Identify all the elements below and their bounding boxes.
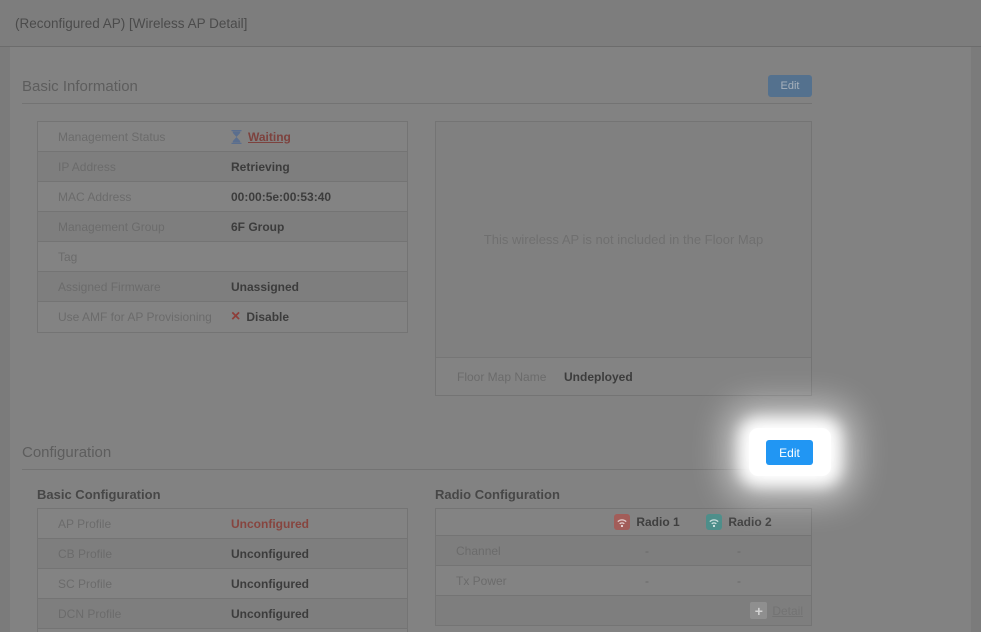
row-value: Unconfigured — [231, 606, 309, 621]
floor-map-footer: Floor Map Name Undeployed — [436, 357, 811, 395]
section-divider — [22, 469, 812, 470]
wifi-icon — [614, 514, 631, 530]
radio-table-footer-row: Detail — [436, 596, 811, 625]
table-row: MAC Address 00:00:5e:00:53:40 — [38, 182, 407, 212]
configuration-heading: Configuration — [22, 444, 112, 461]
row-label: Tag — [58, 249, 78, 264]
radio-2-channel-value: - — [737, 543, 741, 558]
radio-1-column-header: Radio 1 — [636, 515, 680, 529]
radio-2-column-header: Radio 2 — [728, 515, 772, 529]
row-label: DCN Profile — [58, 606, 122, 621]
table-row: Channel - - — [436, 536, 811, 566]
radio-table-header-row: Radio 1 Radio 2 — [436, 509, 811, 536]
floor-map-empty-message: This wireless AP is not included in the … — [483, 232, 764, 247]
row-value: Unconfigured — [231, 576, 309, 591]
basic-configuration-heading: Basic Configuration — [37, 487, 161, 502]
floor-map-name-label: Floor Map Name — [457, 369, 547, 384]
table-row: CB Profile Unconfigured — [38, 539, 407, 569]
row-label: MAC Address — [58, 189, 132, 204]
table-row: DCN Profile Unconfigured — [38, 599, 407, 629]
table-row: IP Address Retrieving — [38, 152, 407, 182]
row-label: Tx Power — [456, 573, 507, 588]
wireless-ap-detail-panel: Basic Information Edit Management Status… — [10, 47, 971, 632]
table-row: Assigned Firmware Unassigned — [38, 272, 407, 302]
row-label: Channel — [456, 543, 501, 558]
table-row: AP Profile Unconfigured — [38, 509, 407, 539]
hourglass-icon — [231, 129, 242, 144]
row-label: Management Group — [58, 219, 165, 234]
row-value: Unconfigured — [231, 516, 309, 531]
row-value: Unconfigured — [231, 546, 309, 561]
radio-2-txpower-value: - — [737, 573, 741, 588]
radio-1-channel-value: - — [645, 543, 649, 558]
row-value: Retrieving — [231, 159, 290, 174]
row-label: Management Status — [58, 129, 166, 144]
row-label: IP Address — [58, 159, 116, 174]
row-label: AP Profile — [58, 516, 112, 531]
radio-1-txpower-value: - — [645, 573, 649, 588]
wifi-icon — [706, 514, 723, 530]
radio-configuration-table: Radio 1 Radio 2 Channel - - Tx Power - -… — [435, 508, 812, 626]
radio-detail-link[interactable]: Detail — [772, 604, 803, 618]
table-row: Management Status Waiting — [38, 122, 407, 152]
basic-information-edit-button[interactable]: Edit — [768, 75, 812, 97]
configuration-edit-button[interactable]: Edit — [766, 440, 813, 465]
plus-icon[interactable] — [750, 602, 768, 619]
row-value: 6F Group — [231, 219, 285, 234]
row-value: Unassigned — [231, 279, 300, 294]
floor-map-panel: This wireless AP is not included in the … — [435, 121, 812, 396]
basic-information-heading: Basic Information — [22, 78, 138, 95]
basic-configuration-table: AP Profile Unconfigured CB Profile Uncon… — [37, 508, 408, 632]
table-row: Use AMF for AP Provisioning × Disable — [38, 302, 407, 332]
row-label: CB Profile — [58, 546, 113, 561]
basic-information-table: Management Status Waiting IP Address Ret… — [37, 121, 408, 333]
table-row: Tag — [38, 242, 407, 272]
table-row: Management Group 6F Group — [38, 212, 407, 242]
table-row: SC Profile Unconfigured — [38, 569, 407, 599]
row-label: Assigned Firmware — [58, 279, 161, 294]
table-row: Tx Power - - — [436, 566, 811, 596]
row-value: 00:00:5e:00:53:40 — [231, 189, 332, 204]
management-status-link[interactable]: Waiting — [248, 130, 291, 144]
row-value: Disable — [246, 310, 290, 324]
row-label: SC Profile — [58, 576, 113, 591]
window-title-bar: (Reconfigured AP) [Wireless AP Detail] — [0, 0, 981, 47]
page-title: (Reconfigured AP) [Wireless AP Detail] — [15, 15, 248, 31]
x-disable-icon: × — [231, 308, 241, 325]
section-divider — [22, 103, 812, 104]
floor-map-name-value: Undeployed — [564, 369, 633, 384]
row-label: Use AMF for AP Provisioning — [58, 310, 212, 324]
radio-configuration-heading: Radio Configuration — [435, 487, 560, 502]
